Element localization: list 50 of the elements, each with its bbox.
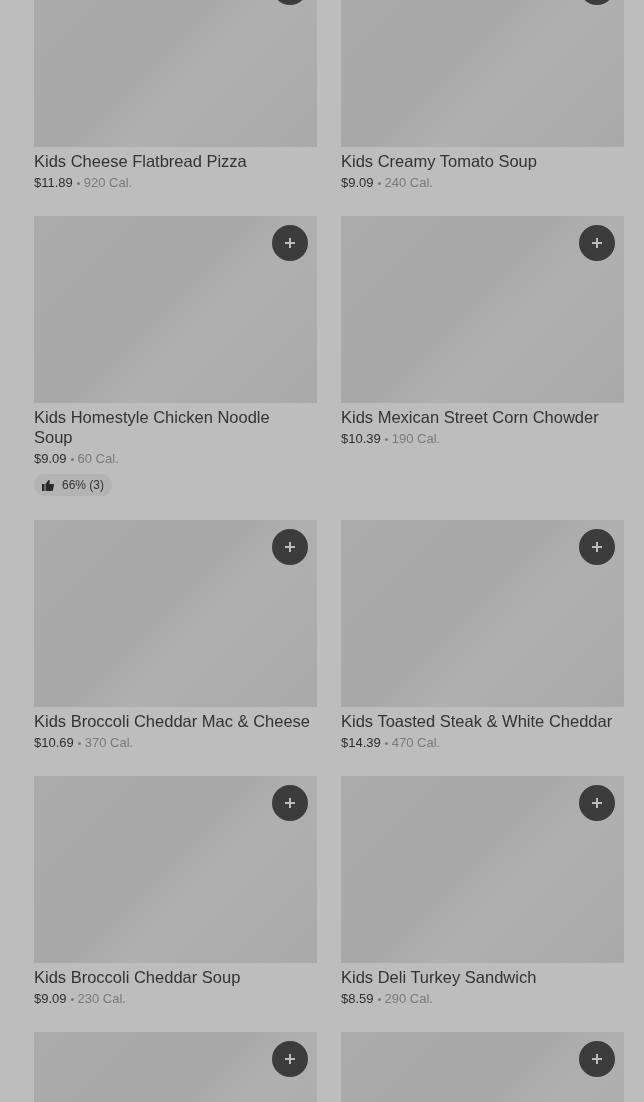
plus-icon xyxy=(284,237,296,249)
bullet-icon xyxy=(70,997,74,1001)
add-button[interactable] xyxy=(272,785,308,821)
item-price: $10.69 xyxy=(34,734,74,752)
add-button[interactable] xyxy=(579,785,615,821)
item-title: Kids Mexican Street Corn Chowder xyxy=(341,407,600,427)
item-title: Kids Broccoli Cheddar Soup xyxy=(34,967,242,987)
item-title: Kids Homestyle Chicken Noodle Soup xyxy=(34,407,271,447)
item-price: $14.39 xyxy=(341,734,381,752)
item-calories: 240 Cal. xyxy=(384,174,433,192)
add-button[interactable] xyxy=(272,529,308,565)
bullet-icon xyxy=(377,181,381,185)
item-title: Kids Broccoli Cheddar Mac & Cheese xyxy=(34,711,312,731)
item-price: $9.09 xyxy=(341,174,374,192)
add-button[interactable] xyxy=(579,529,615,565)
add-button[interactable] xyxy=(272,225,308,261)
bullet-icon xyxy=(70,457,74,461)
item-title: Kids Deli Turkey Sandwich xyxy=(341,967,538,987)
item-title: Kids Toasted Steak & White Cheddar xyxy=(341,711,614,731)
item-title: Kids Creamy Tomato Soup xyxy=(341,151,538,171)
bullet-icon xyxy=(76,181,80,185)
item-price: $9.09 xyxy=(34,450,67,468)
bullet-icon xyxy=(384,741,388,745)
item-calories: 470 Cal. xyxy=(391,734,441,752)
item-calories: 190 Cal. xyxy=(391,430,441,448)
item-calories: 290 Cal. xyxy=(384,990,433,1008)
plus-icon xyxy=(591,541,603,553)
plus-icon xyxy=(591,237,603,249)
item-calories: 230 Cal. xyxy=(77,990,126,1008)
rating-text: 66% (3) xyxy=(62,478,105,492)
thumbs-up-icon xyxy=(42,479,54,491)
item-calories: 370 Cal. xyxy=(84,734,134,752)
plus-icon xyxy=(284,797,296,809)
bullet-icon xyxy=(77,741,81,745)
plus-icon xyxy=(591,797,603,809)
item-price: $10.39 xyxy=(341,430,381,448)
add-button[interactable] xyxy=(272,1041,308,1077)
add-button[interactable] xyxy=(579,225,615,261)
add-button[interactable] xyxy=(579,1041,615,1077)
item-price: $11.89 xyxy=(34,174,73,192)
item-title: Kids Cheese Flatbread Pizza xyxy=(34,151,248,171)
bullet-icon xyxy=(377,997,381,1001)
item-calories: 920 Cal. xyxy=(83,174,133,192)
item-price: $9.09 xyxy=(34,990,67,1008)
plus-icon xyxy=(284,541,296,553)
plus-icon xyxy=(284,1053,296,1065)
item-calories: 60 Cal. xyxy=(77,450,119,468)
bullet-icon xyxy=(384,437,388,441)
item-price: $8.59 xyxy=(341,990,374,1008)
plus-icon xyxy=(591,1053,603,1065)
